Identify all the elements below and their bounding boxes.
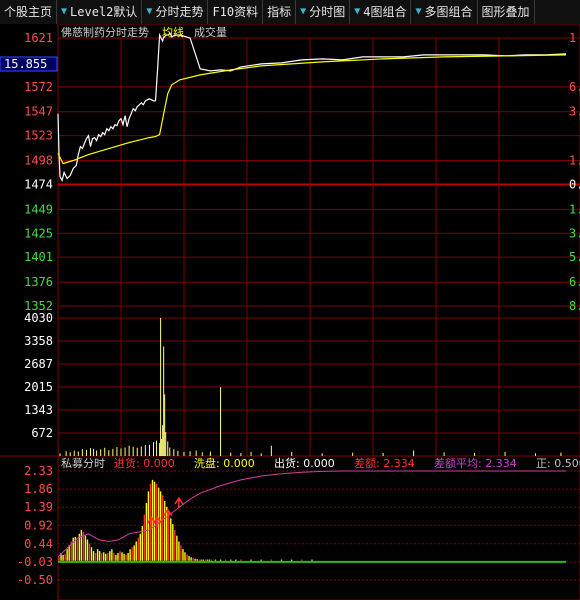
price-label-down: 1401 (24, 250, 53, 264)
percent-label-down: 5. (569, 250, 580, 264)
indicator-label: 0.92 (24, 518, 53, 532)
indicator-label: 0.44 (24, 537, 53, 551)
toolbar-item-label: 个股主页 (4, 5, 53, 19)
dropdown-arrow-icon[interactable]: ▼ (146, 0, 152, 24)
percent-label-up: 1 (569, 31, 576, 45)
price-label-up: 1498 (24, 154, 53, 168)
toolbar-item-8[interactable]: 图形叠加 (478, 0, 535, 24)
indicator-label: -0.50 (17, 573, 53, 587)
stock-title: 佛慈制药分时走势 (61, 25, 149, 39)
toolbar-item-label: 分时图 (309, 5, 346, 19)
indicator-field-5: 正: 0.500 (536, 457, 580, 470)
indicator-label: -0.03 (17, 555, 53, 569)
indicator-label: 1.39 (24, 500, 53, 514)
indicator-field-4: 差额平均: 2.334 (434, 456, 517, 470)
percent-label-down: 1. (569, 202, 580, 216)
percent-label-down: 6. (569, 275, 580, 289)
toolbar-item-0[interactable]: 个股主页 (0, 0, 58, 24)
percent-label-down: 8. (569, 299, 580, 313)
indicator-name: 私募分时 (61, 457, 105, 470)
indicator-field-1: 洗盘: 0.000 (194, 456, 255, 470)
price-label-down: 1425 (24, 226, 53, 240)
toolbar-item-3[interactable]: F10资料 (208, 0, 264, 24)
dropdown-arrow-icon[interactable]: ▼ (300, 0, 306, 24)
toolbar-item-5[interactable]: ▼ 分时图 (296, 0, 351, 24)
price-label-up: 1547 (24, 105, 53, 119)
percent-label-base: 0. (569, 177, 580, 191)
toolbar-item-label: 4图组合 (363, 5, 407, 19)
toolbar-item-4[interactable]: 指标 (263, 0, 297, 24)
toolbar-item-label: 指标 (267, 5, 292, 19)
toolbar-item-2[interactable]: ▼ 分时走势 (142, 0, 209, 24)
indicator-label: 1.86 (24, 482, 53, 496)
percent-label-up: 3. (569, 105, 580, 119)
volume-label: 2687 (24, 357, 53, 371)
toolbar-item-1[interactable]: ▼ Level2默认 (57, 0, 143, 24)
intraday-chart: 1621 1572 1547 1523 1498 1474 1449 1425 1401 1376… (0, 24, 580, 600)
price-label-down: 1449 (24, 202, 53, 216)
toolbar-item-label: F10资料 (212, 5, 259, 19)
price-label-down: 1376 (24, 275, 53, 289)
percent-label-up: 1. (569, 154, 580, 168)
volume-label: 4030 (24, 311, 53, 325)
dropdown-arrow-icon[interactable]: ▼ (354, 0, 360, 24)
toolbar-item-6[interactable]: ▼ 4图组合 (350, 0, 412, 24)
indicator-field-2: 出货: 0.000 (274, 456, 335, 470)
indicator-field-0: 进货: 0.000 (114, 456, 175, 470)
volume-label: 672 (31, 426, 53, 440)
volume-label: 3358 (24, 334, 53, 348)
legend-avg-line: 均线 (162, 25, 184, 39)
chart-toolbar: 个股主页 ▼ Level2默认 ▼ 分时走势 F10资料 指标 ▼ 分时图 ▼ 4图组合 ▼ 多图组合图… (0, 0, 580, 25)
toolbar-item-label: 多图组合 (424, 5, 473, 19)
indicator-field-3: 差额: 2.334 (354, 456, 415, 470)
toolbar-item-7[interactable]: ▼ 多图组合 (411, 0, 478, 24)
volume-label: 2015 (24, 380, 53, 394)
toolbar-item-label: 图形叠加 (481, 5, 530, 19)
price-label-up: 1572 (24, 80, 53, 94)
percent-label-up: 6. (569, 80, 580, 94)
indicator-label: 2.33 (24, 464, 53, 478)
dropdown-arrow-icon[interactable]: ▼ (61, 0, 67, 24)
toolbar-item-label: Level2默认 (70, 5, 138, 19)
current-price: 15.855 (4, 57, 47, 71)
price-label-up: 1523 (24, 129, 53, 143)
toolbar-item-label: 分时走势 (155, 5, 204, 19)
percent-label-down: 3. (569, 226, 580, 240)
dropdown-arrow-icon[interactable]: ▼ (415, 0, 421, 24)
price-label-up: 1621 (24, 31, 53, 45)
volume-label: 1343 (24, 403, 53, 417)
price-label-base: 1474 (24, 177, 53, 191)
legend-volume: 成交量 (194, 25, 227, 39)
